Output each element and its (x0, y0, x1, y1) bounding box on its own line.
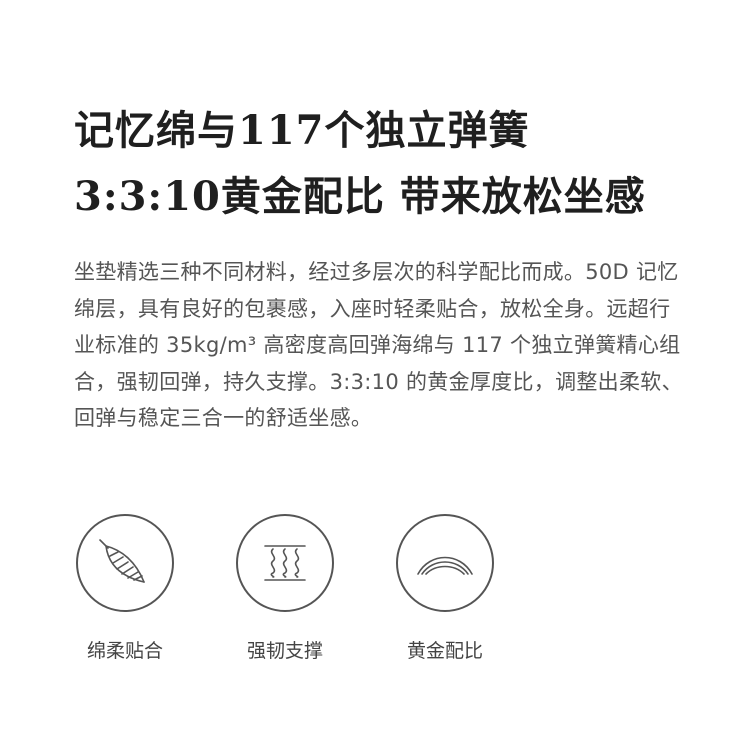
headline-line-2: 3:3:10黄金配比 带来放松坐感 (74, 173, 646, 220)
description-paragraph: 坐垫精选三种不同材料，经过多层次的科学配比而成。50D 记忆绵层，具有良好的包裹… (74, 260, 683, 430)
feature-label: 强韧支撑 (246, 640, 323, 662)
feature-list: 绵柔贴合 强韧支撑 黄金配比 (74, 512, 674, 672)
feature-icon-circle (396, 514, 494, 612)
headline-line-1: 记忆绵与117个独立弹簧 (74, 107, 530, 154)
feature-item-golden-ratio: 黄金配比 (394, 512, 504, 672)
feature-icon-circle (76, 514, 174, 612)
feature-label: 黄金配比 (406, 640, 483, 662)
feature-item-soft-fit: 绵柔贴合 (74, 512, 184, 672)
feature-item-strong-support: 强韧支撑 (234, 512, 344, 672)
feather-icon (99, 539, 145, 583)
feature-icon-circle (236, 514, 334, 612)
layered-arcs-icon (417, 556, 473, 575)
headline: 记忆绵与117个独立弹簧 3:3:10黄金配比 带来放松坐感 (74, 98, 694, 230)
feature-label: 绵柔贴合 (86, 640, 163, 662)
spring-coil-icon (264, 545, 306, 581)
product-detail-page: 记忆绵与117个独立弹簧 3:3:10黄金配比 带来放松坐感 坐垫精选三种不同材… (0, 0, 750, 738)
